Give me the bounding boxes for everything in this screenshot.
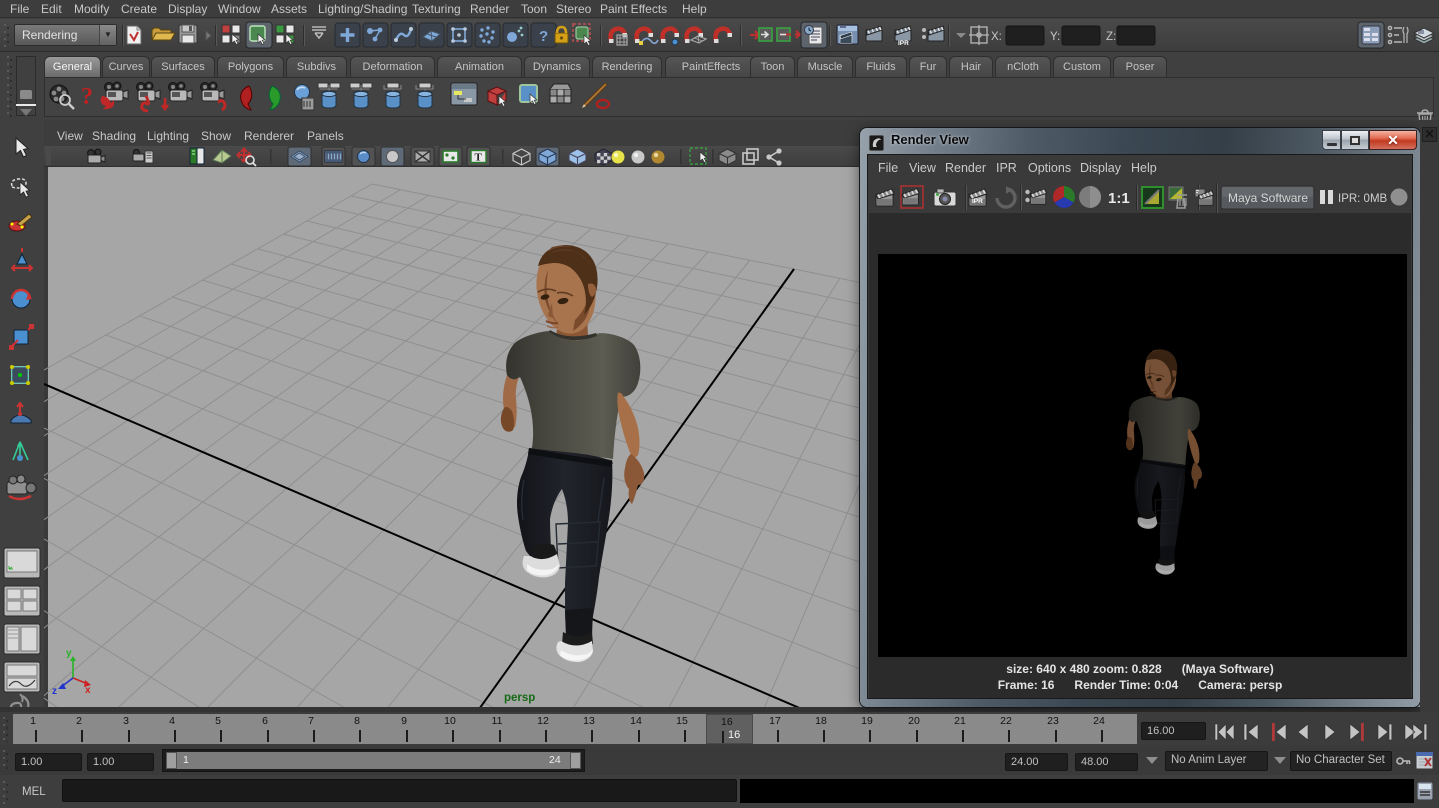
svg-text:y: y — [66, 648, 72, 659]
svg-text:X:: X: — [991, 31, 1002, 43]
svg-text:IPR: IPR — [898, 40, 909, 47]
svg-text:x: x — [85, 685, 91, 696]
svg-text:Z:: Z: — [1106, 31, 1116, 43]
svg-text:?: ? — [539, 28, 548, 45]
svg-text:Maya Software: Maya Software — [1228, 191, 1308, 205]
svg-text:IPR: IPR — [972, 198, 983, 205]
svg-text:1:1: 1:1 — [1108, 190, 1130, 207]
svg-text:?: ? — [81, 84, 93, 110]
svg-text:T: T — [475, 152, 483, 164]
svg-text:persp: persp — [504, 692, 535, 704]
svg-text:IPR: 0MB: IPR: 0MB — [1338, 193, 1388, 205]
svg-text:Y:: Y: — [1050, 31, 1060, 43]
svg-text:z: z — [52, 686, 57, 697]
